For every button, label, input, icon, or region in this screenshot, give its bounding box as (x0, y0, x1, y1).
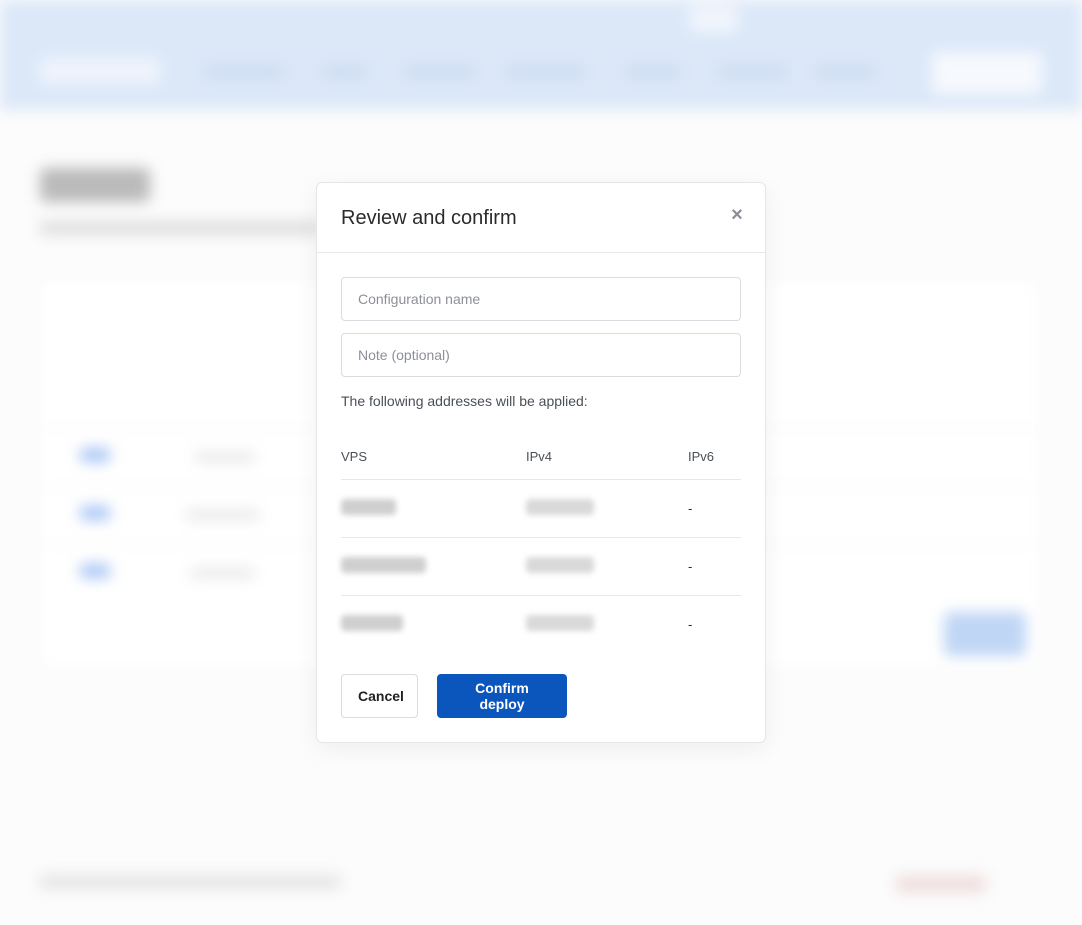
modal-header: Review and confirm × (317, 183, 765, 253)
ipv4-cell (526, 537, 688, 596)
redacted-ipv4 (526, 614, 594, 631)
ipv6-cell: - (688, 537, 741, 596)
column-header-ipv4: IPv4 (526, 435, 688, 480)
close-icon[interactable]: × (727, 205, 747, 225)
ipv4-cell (526, 595, 688, 653)
table-row: - (341, 479, 741, 538)
configuration-name-input[interactable] (341, 277, 741, 321)
cancel-button[interactable]: Cancel (341, 674, 418, 718)
column-header-vps: VPS (341, 435, 526, 480)
modal-title: Review and confirm (341, 207, 517, 229)
ipv6-cell: - (688, 479, 741, 538)
redacted-vps-name (341, 614, 403, 631)
vps-cell (341, 595, 526, 653)
redacted-vps-name (341, 556, 426, 573)
addresses-table: VPS IPv4 IPv6 - - - (341, 435, 741, 653)
modal-body: The following addresses will be applied:… (317, 253, 765, 653)
vps-cell (341, 537, 526, 596)
ipv4-cell (526, 479, 688, 538)
ipv6-cell: - (688, 616, 693, 632)
column-header-ipv6: IPv6 (688, 435, 741, 480)
redacted-ipv4 (526, 556, 594, 573)
addresses-hint: The following addresses will be applied: (341, 393, 588, 409)
table-header-row: VPS IPv4 IPv6 (341, 435, 741, 480)
redacted-ipv4 (526, 498, 594, 515)
redacted-vps-name (341, 498, 396, 515)
vps-cell (341, 479, 526, 538)
table-row: - (341, 595, 741, 653)
table-row: - (341, 537, 741, 596)
confirm-deploy-button[interactable]: Confirm deploy (437, 674, 567, 718)
review-confirm-modal: Review and confirm × The following addre… (316, 182, 766, 743)
note-input[interactable] (341, 333, 741, 377)
modal-footer: Cancel Confirm deploy (341, 674, 567, 718)
